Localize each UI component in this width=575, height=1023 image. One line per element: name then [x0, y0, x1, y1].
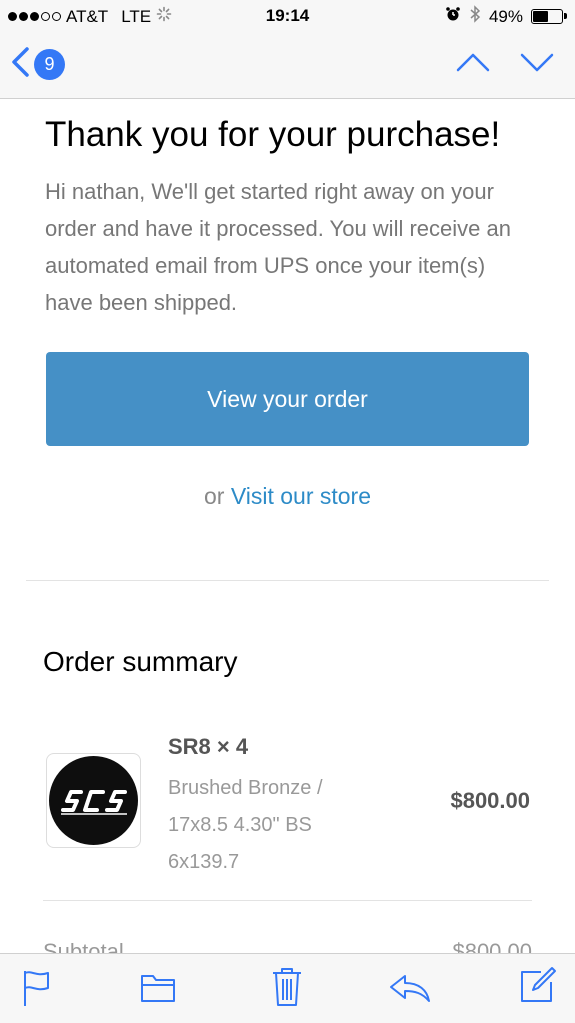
- alarm-icon: [445, 6, 461, 27]
- trash-icon[interactable]: [271, 966, 303, 1013]
- subtotal-label: Subtotal: [43, 939, 124, 953]
- back-button[interactable]: 9: [10, 46, 65, 83]
- product-thumbnail: [46, 753, 141, 848]
- scs-logo-icon: [60, 789, 127, 815]
- status-bar: AT&T LTE 19:14 49%: [0, 0, 575, 32]
- bottom-toolbar: [0, 953, 575, 1023]
- product-variant: Brushed Bronze / 17x8.5 4.30" BS 6x139.7: [168, 777, 323, 873]
- email-body: Thank you for your purchase! Hi nathan, …: [0, 99, 575, 953]
- message-navigation: [455, 50, 555, 79]
- product-name: SR8 × 4: [168, 734, 249, 759]
- next-message-button[interactable]: [519, 50, 555, 79]
- flag-icon[interactable]: [22, 968, 52, 1013]
- brand-logo: [49, 756, 138, 845]
- subtotal-value: $800.00: [452, 939, 532, 953]
- product-price: $800.00: [450, 788, 530, 813]
- line-item: SR8 × 4 Brushed Bronze / 17x8.5 4.30" BS…: [46, 734, 530, 884]
- folder-icon[interactable]: [140, 972, 176, 1009]
- compose-icon[interactable]: [519, 966, 557, 1009]
- nav-bar: 9: [0, 32, 575, 99]
- reply-icon[interactable]: [389, 972, 431, 1009]
- previous-message-button[interactable]: [455, 50, 491, 79]
- status-right: 49%: [445, 5, 567, 28]
- section-divider: [26, 580, 549, 581]
- visit-store-link[interactable]: Visit our store: [231, 483, 371, 509]
- battery-icon: [531, 9, 567, 24]
- battery-percent: 49%: [488, 6, 523, 26]
- store-link-line: or Visit our store: [0, 483, 575, 510]
- or-label: or: [203, 483, 225, 509]
- email-intro: Hi nathan, We'll get started right away …: [45, 179, 511, 315]
- bluetooth-icon: [469, 5, 481, 28]
- order-summary-title: Order summary: [43, 646, 238, 677]
- line-item-divider: [43, 900, 532, 901]
- subtotal-row: Subtotal $800.00: [43, 939, 532, 953]
- view-order-button[interactable]: View your order: [46, 352, 529, 446]
- email-heading: Thank you for your purchase!: [45, 115, 501, 154]
- unread-count-badge: 9: [34, 49, 65, 80]
- chevron-left-icon: [10, 46, 30, 83]
